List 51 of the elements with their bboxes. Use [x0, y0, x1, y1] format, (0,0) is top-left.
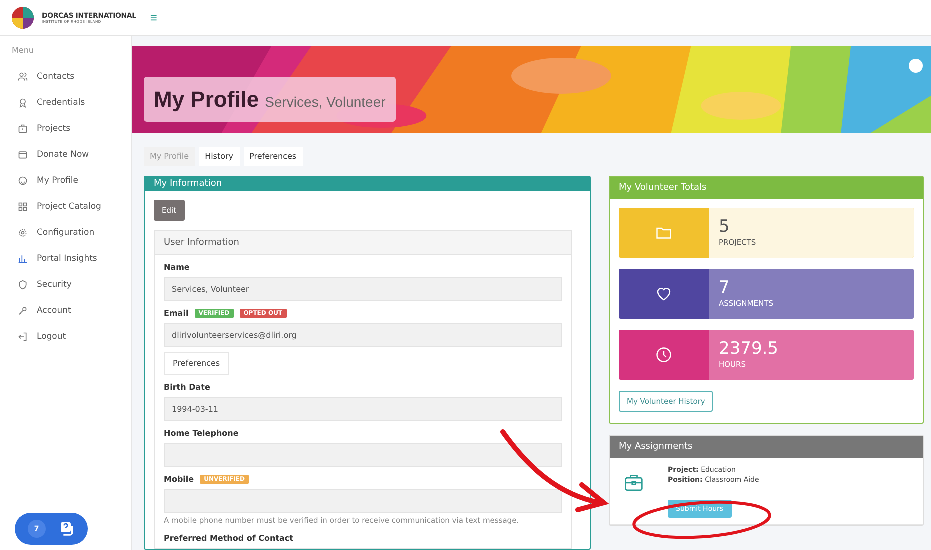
preferences-button[interactable]: Preferences — [164, 352, 230, 375]
sidebar-item[interactable]: Donate Now — [12, 142, 131, 168]
input-field[interactable] — [164, 443, 562, 467]
sidebar-item[interactable]: Projects — [12, 116, 131, 142]
key-icon — [18, 306, 28, 316]
settings-icon — [18, 228, 28, 238]
heart-icon — [655, 285, 673, 303]
panel-header: My Volunteer Totals — [610, 177, 923, 199]
smile-icon — [18, 176, 28, 186]
sidebar-item[interactable]: Account — [12, 298, 131, 324]
users-icon — [18, 72, 28, 82]
stat-value: 7 — [719, 280, 731, 297]
stat-value: 5 — [719, 219, 731, 236]
sidebar-item[interactable]: Configuration — [12, 220, 131, 246]
section-header: User Information — [155, 231, 571, 255]
sidebar-item[interactable]: Contacts — [12, 64, 131, 90]
field-label: Preferred Method of Contact — [164, 534, 294, 543]
sidebar-item[interactable]: My Profile — [12, 168, 131, 194]
chart-icon — [18, 254, 28, 264]
catalog-icon — [18, 202, 28, 212]
panel-header: My Information — [145, 177, 590, 191]
tab[interactable]: Preferences — [244, 147, 303, 166]
stat-value: 2379.5 — [719, 341, 780, 358]
sidebar-item[interactable]: Project Catalog — [12, 194, 131, 220]
clock-icon — [655, 346, 673, 364]
shield-icon — [18, 280, 28, 290]
panel-header: My Assignments — [610, 436, 923, 458]
page-title: My Profile — [154, 86, 260, 112]
tab[interactable]: History — [199, 147, 240, 166]
sidebar-item[interactable]: Security — [12, 272, 131, 298]
sidebar-item[interactable]: Logout — [12, 324, 131, 350]
briefcase-icon — [624, 474, 644, 492]
field-label: Email — [164, 309, 189, 318]
input-field[interactable]: dlirivolunteerservices@dliri.org — [164, 323, 562, 347]
badge-icon — [18, 98, 28, 108]
sidebar-item[interactable]: Credentials — [12, 90, 131, 116]
help-icon — [59, 521, 76, 537]
field-label: Birth Date — [164, 383, 210, 392]
logo-icon — [12, 6, 34, 28]
field-label: Home Telephone — [164, 429, 239, 438]
field-label: Name — [164, 263, 190, 272]
input-field[interactable] — [164, 489, 562, 513]
input-field[interactable]: 1994-03-11 — [164, 397, 562, 421]
page-subtitle: Services, Volunteer — [265, 94, 386, 110]
input-field[interactable]: Services, Volunteer — [164, 277, 562, 301]
sidebar-item[interactable]: Portal Insights — [12, 246, 131, 272]
field-label: Mobile — [164, 475, 194, 484]
wallet-icon — [18, 150, 28, 160]
logout-icon — [18, 332, 28, 342]
briefcase-icon — [18, 124, 28, 134]
menu-heading: Menu — [12, 46, 35, 55]
